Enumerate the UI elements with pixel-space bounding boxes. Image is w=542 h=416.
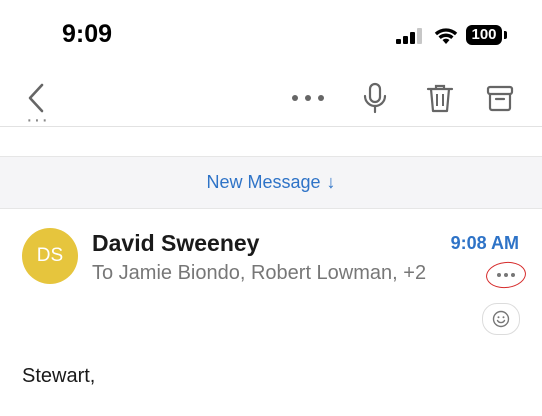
annotation-circle <box>484 259 528 291</box>
status-bar: 9:09 100 <box>0 0 542 70</box>
delete-button[interactable] <box>418 70 462 126</box>
new-message-banner[interactable]: New Message ↓ <box>0 156 542 209</box>
message-more-button[interactable] <box>484 259 528 291</box>
divider <box>0 126 542 127</box>
wifi-icon <box>434 28 458 44</box>
message-body: Stewart, <box>22 365 96 387</box>
trash-icon <box>426 84 454 113</box>
archive-button[interactable] <box>478 70 522 126</box>
smiley-icon <box>492 310 510 328</box>
avatar[interactable]: DS <box>22 228 78 284</box>
add-reaction-button[interactable] <box>482 303 520 335</box>
signal-icon <box>396 28 422 44</box>
dictate-button[interactable] <box>353 70 397 126</box>
recipients-line[interactable]: To Jamie Biondo, Robert Lowman, +2 <box>92 262 426 285</box>
avatar-initials: DS <box>36 245 64 266</box>
more-actions-button[interactable] <box>286 70 330 126</box>
more-horizontal-icon <box>292 95 324 101</box>
archive-icon <box>486 85 514 112</box>
battery-indicator: 100 <box>466 25 502 45</box>
microphone-icon <box>363 82 387 114</box>
battery-tip <box>504 31 507 39</box>
message-time: 9:08 AM <box>450 233 519 253</box>
status-time: 9:09 <box>62 20 113 48</box>
new-message-label: New Message <box>206 172 321 192</box>
sender-name[interactable]: David Sweeney <box>92 230 259 257</box>
collapsed-thread-indicator[interactable]: ··· <box>26 110 49 130</box>
message-toolbar <box>0 70 542 126</box>
arrow-down-icon: ↓ <box>326 172 336 192</box>
